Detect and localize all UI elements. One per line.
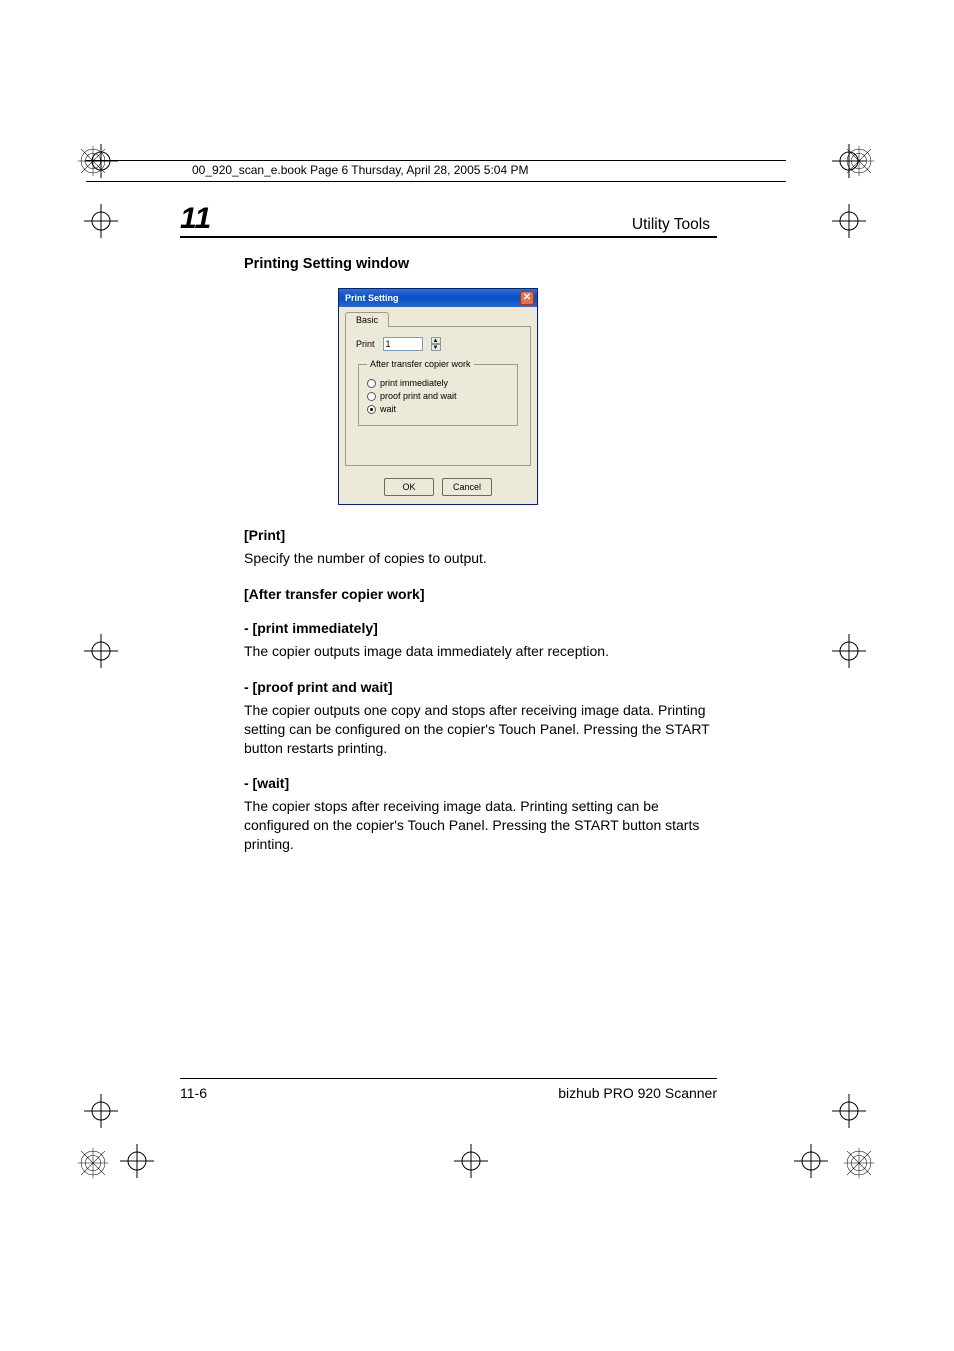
radio-label: wait [380, 404, 396, 414]
print-body: Specify the number of copies to output. [244, 549, 720, 568]
registration-mark-icon [828, 200, 870, 242]
opt-wait-body: The copier stops after receiving image d… [244, 797, 720, 854]
chapter-title: Utility Tools [632, 216, 710, 234]
radio-icon[interactable] [367, 392, 376, 401]
print-setting-window: Print Setting ✕ Basic Print ▲ ▼ [338, 288, 538, 505]
radio-icon[interactable] [367, 405, 376, 414]
radio-print-immediately[interactable]: print immediately [367, 378, 509, 388]
registration-mark-icon [80, 1090, 122, 1132]
opt-wait-heading: - [wait] [244, 775, 720, 791]
chapter-number: 11 [180, 202, 211, 236]
radio-label: proof print and wait [380, 391, 457, 401]
sunburst-icon [842, 1146, 876, 1180]
opt-print-immediately-heading: - [print immediately] [244, 620, 720, 636]
tab-panel-basic: Print ▲ ▼ After transfer copier work pri… [345, 326, 531, 466]
print-heading: [Print] [244, 527, 720, 543]
registration-mark-icon [80, 630, 122, 672]
print-setting-dialog-figure: Print Setting ✕ Basic Print ▲ ▼ [338, 288, 538, 505]
after-transfer-heading: [After transfer copier work] [244, 586, 720, 602]
dialog-button-bar: OK Cancel [339, 472, 537, 504]
book-header: 00_920_scan_e.book Page 6 Thursday, Apri… [192, 163, 528, 177]
radio-proof-print-and-wait[interactable]: proof print and wait [367, 391, 509, 401]
subsection-title: Printing Setting window [244, 256, 720, 272]
registration-mark-icon [450, 1140, 492, 1182]
registration-mark-icon [828, 140, 870, 182]
print-copies-field[interactable] [383, 337, 423, 351]
after-transfer-legend: After transfer copier work [367, 359, 474, 369]
sunburst-icon [76, 1146, 110, 1180]
opt-proof-print-body: The copier outputs one copy and stops af… [244, 701, 720, 758]
window-titlebar: Print Setting ✕ [339, 289, 537, 307]
footer-product-name: bizhub PRO 920 Scanner [558, 1085, 717, 1101]
content-body: Printing Setting window Print Setting ✕ … [244, 256, 720, 868]
footer-page-number: 11-6 [180, 1085, 207, 1101]
tab-basic[interactable]: Basic [345, 312, 389, 327]
print-copies-label: Print [356, 339, 375, 349]
chevron-down-icon[interactable]: ▼ [431, 344, 441, 351]
registration-mark-icon [828, 1090, 870, 1132]
opt-print-immediately-body: The copier outputs image data immediatel… [244, 642, 720, 661]
cancel-button[interactable]: Cancel [442, 478, 492, 496]
page-footer: 11-6 bizhub PRO 920 Scanner [180, 1078, 717, 1101]
page: 00_920_scan_e.book Page 6 Thursday, Apri… [0, 0, 954, 1351]
opt-proof-print-heading: - [proof print and wait] [244, 679, 720, 695]
registration-mark-icon [80, 200, 122, 242]
radio-label: print immediately [380, 378, 448, 388]
chevron-up-icon[interactable]: ▲ [431, 337, 441, 344]
radio-wait[interactable]: wait [367, 404, 509, 414]
print-copies-stepper[interactable]: ▲ ▼ [431, 337, 441, 351]
tab-row: Basic [339, 307, 537, 326]
registration-mark-icon [116, 1140, 158, 1182]
after-transfer-fieldset: After transfer copier work print immedia… [358, 359, 518, 426]
window-title: Print Setting [345, 293, 399, 303]
ok-button[interactable]: OK [384, 478, 434, 496]
registration-mark-icon [790, 1140, 832, 1182]
registration-mark-icon [828, 630, 870, 672]
radio-icon[interactable] [367, 379, 376, 388]
close-icon[interactable]: ✕ [520, 291, 534, 305]
